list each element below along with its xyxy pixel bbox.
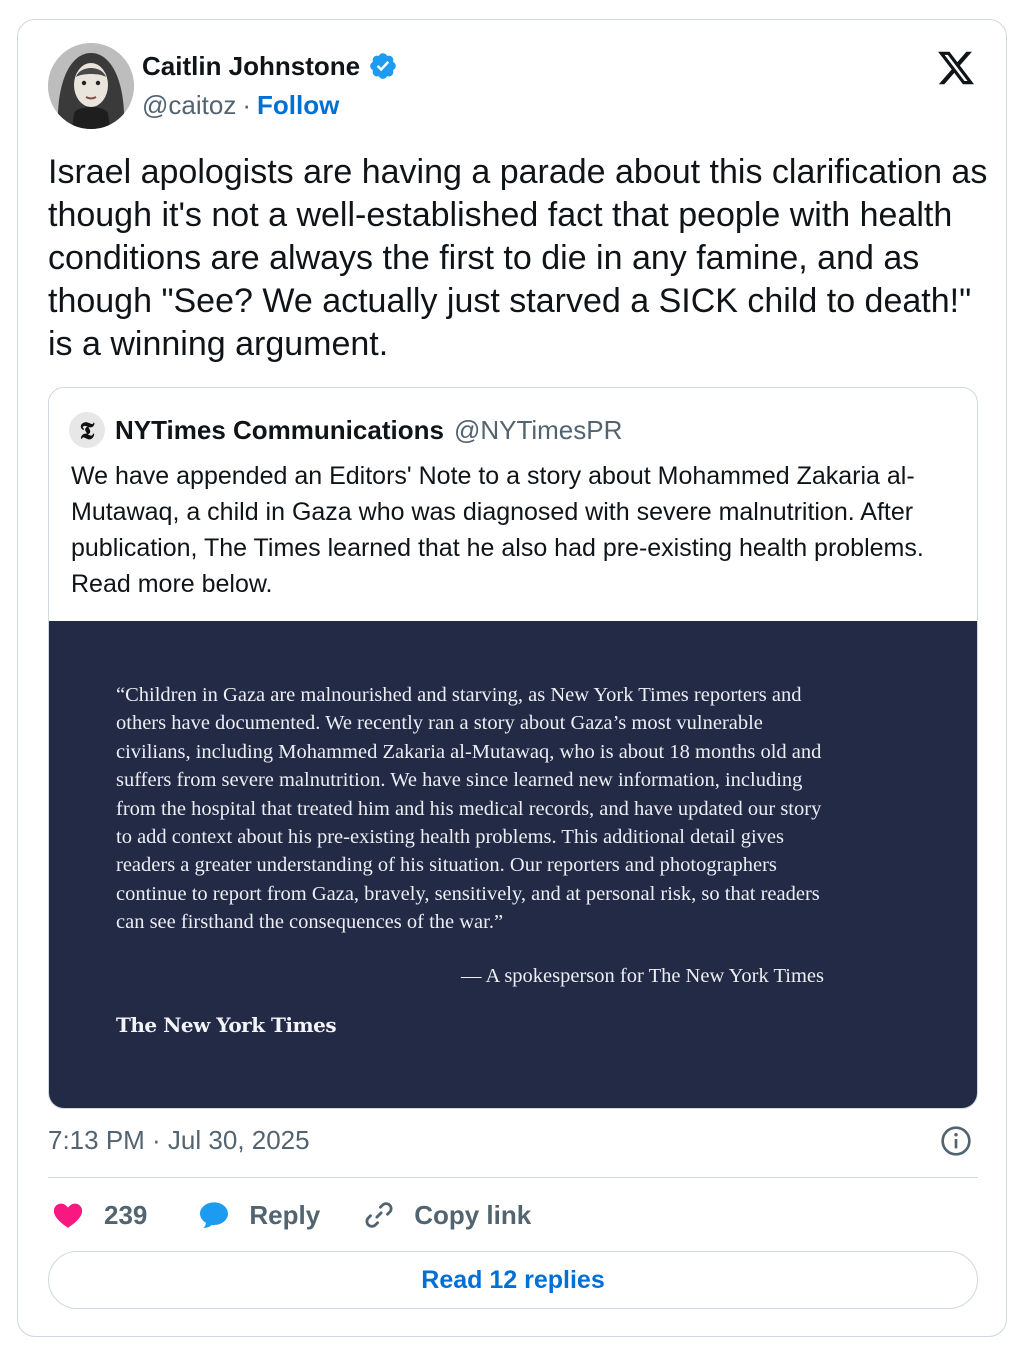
verified-badge-icon	[370, 53, 396, 79]
quoted-statement-image[interactable]: “Children in Gaza are malnourished and s…	[49, 621, 977, 1108]
tweet-timestamp[interactable]: 7:13 PM · Jul 30, 2025	[48, 1125, 310, 1156]
author-handle-row: @caitoz · Follow	[142, 90, 339, 121]
copy-link-label: Copy link	[414, 1199, 532, 1230]
like-count: 239	[104, 1199, 148, 1230]
avatar-illustration-icon	[48, 43, 134, 129]
reply-button[interactable]: Reply	[197, 1199, 320, 1231]
info-icon[interactable]	[940, 1125, 972, 1157]
divider	[48, 1177, 978, 1178]
tweet-text: Israel apologists are having a parade ab…	[48, 153, 988, 363]
handle-separator: ·	[242, 90, 251, 120]
heart-icon	[53, 1203, 83, 1228]
statement-attribution: — A spokesperson for The New York Times	[461, 965, 824, 987]
author-name-row: Caitlin Johnstone	[142, 50, 398, 82]
action-bar: 239 Reply Copy link	[48, 1195, 531, 1235]
reply-label: Reply	[249, 1199, 321, 1230]
follow-button[interactable]: Follow	[257, 90, 339, 121]
x-logo-icon[interactable]	[936, 48, 976, 88]
nyt-avatar[interactable]: 𝕿	[69, 412, 105, 448]
author-display-name[interactable]: Caitlin Johnstone	[142, 51, 360, 82]
read-replies-button[interactable]: Read 12 replies	[48, 1251, 978, 1309]
like-button[interactable]: 239	[52, 1199, 147, 1231]
copy-link-button[interactable]: Copy link	[362, 1198, 531, 1232]
quoted-author-name[interactable]: NYTimes Communications	[115, 415, 444, 446]
nyt-logo: The New York Times	[116, 1013, 337, 1037]
quoted-author-handle[interactable]: @NYTimesPR	[454, 415, 622, 446]
tweet-embed-card: Caitlin Johnstone @caitoz · Follow Israe…	[17, 19, 1007, 1337]
author-avatar[interactable]	[48, 43, 134, 129]
quoted-tweet[interactable]: 𝕿 NYTimes Communications @NYTimesPR We h…	[48, 387, 978, 1109]
author-handle[interactable]: @caitoz	[142, 90, 236, 121]
link-icon	[365, 1202, 393, 1228]
reply-bubble-icon	[200, 1202, 229, 1228]
statement-text: “Children in Gaza are malnourished and s…	[116, 684, 822, 934]
quoted-text: We have appended an Editors' Note to a s…	[71, 462, 924, 598]
quoted-header: 𝕿 NYTimes Communications @NYTimesPR	[69, 412, 622, 448]
